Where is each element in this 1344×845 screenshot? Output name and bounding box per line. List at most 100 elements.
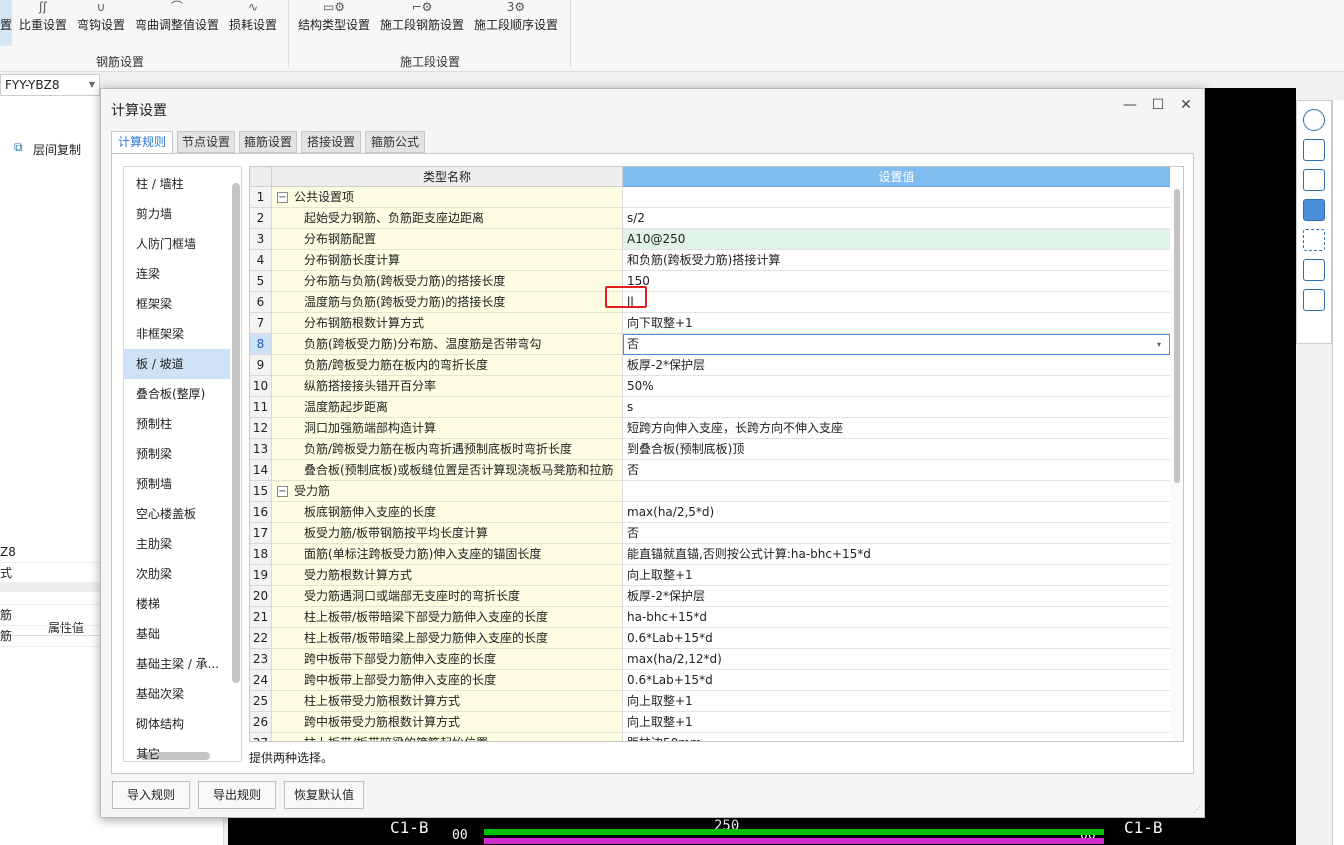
setting-value-dropdown[interactable]: 否 ▾	[623, 334, 1170, 355]
hook-settings-button[interactable]: ∪ 弯钩设置	[74, 0, 128, 40]
setting-value[interactable]: s/2	[623, 208, 1170, 229]
collapse-icon[interactable]: −	[277, 486, 288, 497]
category-item[interactable]: 柱 / 墙柱	[124, 169, 230, 199]
table-row[interactable]: 9 负筋/跨板受力筋在板内的弯折长度 板厚-2*保护层	[250, 355, 1170, 376]
setting-value[interactable]: 0.6*Lab+15*d	[623, 670, 1170, 691]
setting-value[interactable]: max(ha/2,12*d)	[623, 649, 1170, 670]
property-row[interactable]: Z8	[0, 542, 100, 563]
box-view-icon[interactable]	[1303, 259, 1325, 281]
property-row[interactable]: 筋	[0, 626, 100, 647]
tab-stirrup-formula[interactable]: 箍筋公式	[365, 131, 425, 153]
copy-floor-button[interactable]: 层间复制	[33, 141, 81, 158]
view-3d-icon[interactable]	[1303, 139, 1325, 161]
setting-value[interactable]: 能直锚就直锚,否则按公式计算:ha-bhc+15*d	[623, 544, 1170, 565]
setting-value[interactable]: ha-bhc+15*d	[623, 607, 1170, 628]
table-row[interactable]: 24 跨中板带上部受力筋伸入支座的长度 0.6*Lab+15*d	[250, 670, 1170, 691]
bend-adjust-settings-button[interactable]: ⌒ 弯曲调整值设置	[132, 0, 222, 40]
table-row[interactable]: 7 分布钢筋根数计算方式 向下取整+1	[250, 313, 1170, 334]
tab-lap-settings[interactable]: 搭接设置	[301, 131, 361, 153]
setting-value[interactable]: A10@250	[623, 229, 1170, 250]
minimize-icon[interactable]: —	[1120, 97, 1140, 113]
category-item[interactable]: 人防门框墙	[124, 229, 230, 259]
table-row[interactable]: 17 板受力筋/板带钢筋按平均长度计算 否	[250, 523, 1170, 544]
close-icon[interactable]: ✕	[1176, 97, 1196, 113]
table-row[interactable]: 1− 公共设置项	[250, 187, 1170, 208]
loss-settings-button[interactable]: ∿ 损耗设置	[226, 0, 280, 40]
setting-value[interactable]: 否	[623, 460, 1170, 481]
category-scrollbar[interactable]	[232, 171, 240, 751]
category-item[interactable]: 连梁	[124, 259, 230, 289]
setting-value[interactable]	[623, 187, 1170, 208]
scroll-thumb[interactable]	[1174, 189, 1180, 483]
select-region-icon[interactable]	[1303, 229, 1325, 251]
category-item[interactable]: 基础次梁	[124, 679, 230, 709]
table-row[interactable]: 25 柱上板带受力筋根数计算方式 向上取整+1	[250, 691, 1170, 712]
collapse-icon[interactable]: −	[277, 192, 288, 203]
category-item[interactable]: 空心楼盖板	[124, 499, 230, 529]
gravity-settings-button[interactable]: ʃʃ 比重设置	[16, 0, 70, 40]
rotate-view-icon[interactable]	[1303, 109, 1325, 131]
category-item[interactable]: 其它	[124, 739, 230, 761]
maximize-icon[interactable]: ☐	[1148, 97, 1168, 113]
table-row[interactable]: 3 分布钢筋配置 A10@250	[250, 229, 1170, 250]
setting-value[interactable]: 向上取整+1	[623, 712, 1170, 733]
segment-rebar-settings-button[interactable]: ⌐⚙ 施工段钢筋设置	[378, 0, 466, 40]
restore-defaults-button[interactable]: 恢复默认值	[284, 781, 364, 809]
category-item[interactable]: 框架梁	[124, 289, 230, 319]
tab-node-settings[interactable]: 节点设置	[177, 131, 235, 153]
table-row[interactable]: 18 面筋(单标注跨板受力筋)伸入支座的锚固长度 能直锚就直锚,否则按公式计算:ha…	[250, 544, 1170, 565]
category-item[interactable]: 楼梯	[124, 589, 230, 619]
table-row[interactable]: 10 纵筋搭接接头错开百分率 50%	[250, 376, 1170, 397]
setting-value[interactable]: 50%	[623, 376, 1170, 397]
setting-value[interactable]: 否	[623, 523, 1170, 544]
cube-icon[interactable]	[1303, 169, 1325, 191]
setting-value[interactable]: 和负筋(跨板受力筋)搭接计算	[623, 250, 1170, 271]
property-row[interactable]	[0, 584, 100, 605]
grid-scrollbar[interactable]	[1171, 187, 1183, 741]
category-item[interactable]: 预制柱	[124, 409, 230, 439]
property-row[interactable]: 式	[0, 563, 100, 584]
segment-order-settings-button[interactable]: 3⚙ 施工段顺序设置	[472, 0, 560, 40]
category-item[interactable]: 剪力墙	[124, 199, 230, 229]
category-item[interactable]: 基础	[124, 619, 230, 649]
export-rules-button[interactable]: 导出规则	[198, 781, 276, 809]
category-item[interactable]: 叠合板(整厚)	[124, 379, 230, 409]
setting-value[interactable]: 到叠合板(预制底板)顶	[623, 439, 1170, 460]
structure-type-settings-button[interactable]: ▭⚙ 结构类型设置	[296, 0, 372, 40]
setting-value[interactable]: 板厚-2*保护层	[623, 355, 1170, 376]
table-row[interactable]: 23 跨中板带下部受力筋伸入支座的长度 max(ha/2,12*d)	[250, 649, 1170, 670]
chevron-down-icon[interactable]: ▾	[1157, 335, 1161, 354]
table-row[interactable]: 15− 受力筋	[250, 481, 1170, 502]
category-item[interactable]: 基础主梁 / 承...	[124, 649, 230, 679]
table-row[interactable]: 6 温度筋与负筋(跨板受力筋)的搭接长度 ll	[250, 292, 1170, 313]
setting-value[interactable]: s	[623, 397, 1170, 418]
category-item[interactable]: 非框架梁	[124, 319, 230, 349]
setting-value[interactable]: 距柱边50mm	[623, 733, 1170, 741]
property-row[interactable]: 筋	[0, 605, 100, 626]
category-item[interactable]: 板 / 坡道	[124, 349, 230, 379]
setting-value[interactable]: 板厚-2*保护层	[623, 586, 1170, 607]
category-item[interactable]: 预制梁	[124, 439, 230, 469]
setting-value[interactable]: 短跨方向伸入支座，长跨方向不伸入支座	[623, 418, 1170, 439]
table-row[interactable]: 8 负筋(跨板受力筋)分布筋、温度筋是否带弯勾否 ▾	[250, 334, 1170, 355]
category-item[interactable]: 砌体结构	[124, 709, 230, 739]
setting-value[interactable]: max(ha/2,5*d)	[623, 502, 1170, 523]
category-item[interactable]: 主肋梁	[124, 529, 230, 559]
category-item[interactable]: 次肋梁	[124, 559, 230, 589]
table-row[interactable]: 5 分布筋与负筋(跨板受力筋)的搭接长度 150	[250, 271, 1170, 292]
tab-stirrup-settings[interactable]: 箍筋设置	[239, 131, 297, 153]
solid-cube-icon[interactable]	[1303, 199, 1325, 221]
setting-value[interactable]: 向上取整+1	[623, 691, 1170, 712]
table-row[interactable]: 22 柱上板带/板带暗梁上部受力筋伸入支座的长度 0.6*Lab+15*d	[250, 628, 1170, 649]
table-row[interactable]: 21 柱上板带/板带暗梁下部受力筋伸入支座的长度 ha-bhc+15*d	[250, 607, 1170, 628]
table-row[interactable]: 4 分布钢筋长度计算 和负筋(跨板受力筋)搭接计算	[250, 250, 1170, 271]
scroll-thumb[interactable]	[232, 183, 240, 683]
setting-value[interactable]: 0.6*Lab+15*d	[623, 628, 1170, 649]
list-view-icon[interactable]	[1303, 289, 1325, 311]
table-row[interactable]: 16 板底钢筋伸入支座的长度 max(ha/2,5*d)	[250, 502, 1170, 523]
import-rules-button[interactable]: 导入规则	[112, 781, 190, 809]
table-row[interactable]: 20 受力筋遇洞口或端部无支座时的弯折长度 板厚-2*保护层	[250, 586, 1170, 607]
table-row[interactable]: 27 柱上板带/板带暗梁的箍筋起始位置 距柱边50mm	[250, 733, 1170, 741]
table-row[interactable]: 26 跨中板带受力筋根数计算方式 向上取整+1	[250, 712, 1170, 733]
setting-value[interactable]: 向下取整+1	[623, 313, 1170, 334]
